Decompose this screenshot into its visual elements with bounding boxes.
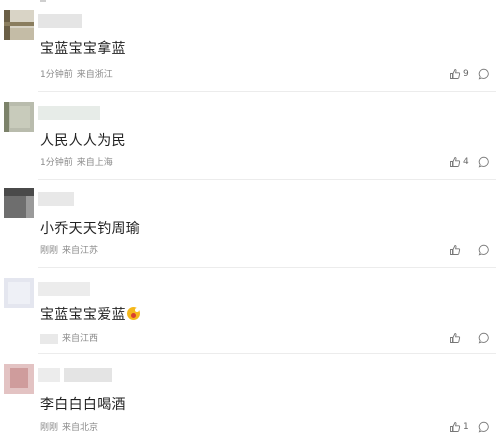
like-count: 4 [463,157,469,167]
thumbs-up-icon [449,244,461,256]
avatar[interactable] [4,364,34,394]
avatar[interactable] [4,278,34,308]
comment-text: 小乔天天钓周瑜 [40,221,141,237]
like-button[interactable]: 1 [449,419,469,435]
reply-bubble-icon [478,332,490,344]
like-button[interactable]: 4 [449,154,469,170]
comment-meta: 刚刚 来自北京 [40,420,98,433]
thumbs-up-icon [449,156,461,168]
reply-button[interactable] [478,156,490,168]
reply-button[interactable] [478,68,490,80]
comment-list: 宝蓝宝宝拿蓝 1分钟前 来自浙江 9 人民人人为民 1分钟前 来自上海 4 小乔… [0,0,500,440]
comment-text: 人民人人为民 [40,133,126,149]
reply-bubble-icon [478,421,490,433]
comment-meta: 来自江西 [40,331,98,344]
comment-location: 来自浙江 [76,70,113,80]
reply-bubble-icon [478,156,490,168]
avatar[interactable] [4,10,34,40]
like-button[interactable]: 9 [449,66,469,82]
comment-text-content: 宝蓝宝宝爱蓝 [40,307,126,323]
comment-text: 宝蓝宝宝拿蓝 [40,41,126,57]
reply-button[interactable] [478,332,490,344]
hot-face-emoji [126,307,140,320]
reply-button[interactable] [478,421,490,433]
comment-meta: 刚刚 来自江苏 [40,243,98,256]
comment-meta: 1分钟前 来自上海 [40,155,113,168]
comment-item: 小乔天天钓周瑜 刚刚 来自江苏 [0,180,500,268]
comment-item: 宝蓝宝宝爱蓝 来自江西 [0,268,500,354]
avatar[interactable] [4,102,34,132]
like-count: 9 [463,69,469,79]
thumbs-up-icon [449,68,461,80]
like-count: 1 [463,422,469,432]
comment-item: 人民人人为民 1分钟前 来自上海 4 [0,92,500,180]
thumbs-up-icon [449,421,461,433]
comment-item: 宝蓝宝宝拿蓝 1分钟前 来自浙江 9 [0,0,500,92]
comment-location: 来自北京 [62,423,99,433]
comment-location: 来自江西 [62,334,99,344]
avatar[interactable] [4,188,34,218]
comment-item: 李白白白喝酒 刚刚 来自北京 1 [0,354,500,440]
like-button[interactable] [449,330,463,346]
comment-text: 宝蓝宝宝爱蓝 [40,304,140,324]
like-button[interactable] [449,242,463,258]
comment-text: 李白白白喝酒 [40,397,126,413]
reply-bubble-icon [478,244,490,256]
comment-meta: 1分钟前 来自浙江 [40,67,113,80]
reply-bubble-icon [478,68,490,80]
comment-time: 1分钟前 [40,70,73,80]
comment-time: 1分钟前 [40,158,73,168]
comment-location: 来自江苏 [62,246,99,256]
thumbs-up-icon [449,332,461,344]
time-blurred [40,333,58,344]
comment-time: 刚刚 [40,246,59,256]
comment-time: 刚刚 [40,423,59,433]
reply-button[interactable] [478,244,490,256]
comment-location: 来自上海 [76,158,113,168]
